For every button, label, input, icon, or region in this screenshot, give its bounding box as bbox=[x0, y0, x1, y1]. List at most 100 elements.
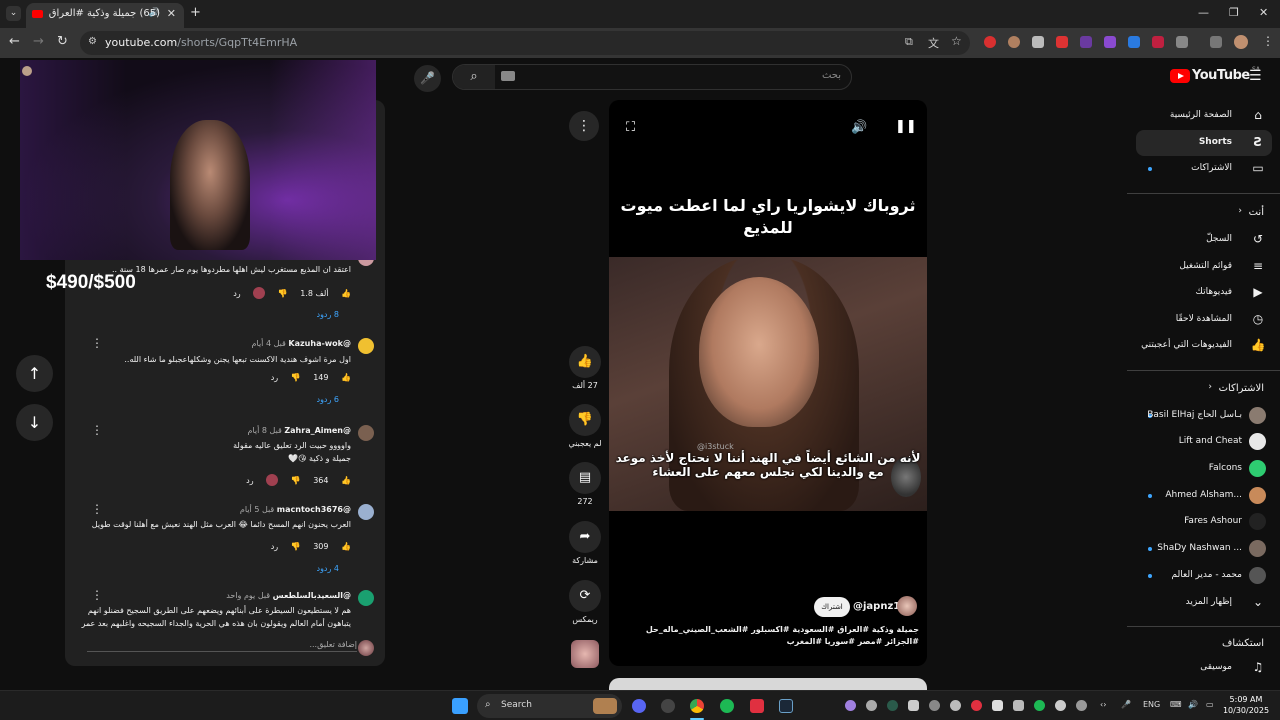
pause-icon[interactable]: ❚❚ bbox=[895, 119, 917, 134]
browser-tab-active[interactable]: 🔊 (65) جميلة وذكية #العراق #ا... ✕ bbox=[26, 3, 184, 28]
remix-icon[interactable]: ⟳ bbox=[569, 580, 601, 612]
obs-icon[interactable] bbox=[661, 699, 675, 713]
search-box[interactable]: ⌕ بحث bbox=[452, 64, 852, 90]
view-replies-button[interactable]: 4 ردود bbox=[317, 564, 340, 573]
keyboard-icon[interactable] bbox=[501, 71, 515, 81]
sidebar-item-home[interactable]: ⌂ الصفحة الرئيسية bbox=[1136, 103, 1272, 129]
address-bar[interactable]: ⚙ youtube.com/shorts/GqpTt4EmrHA ⧉ 文 ☆ bbox=[80, 31, 970, 55]
volume-tray-icon[interactable]: 🔊 bbox=[1188, 700, 1198, 709]
close-tab-icon[interactable]: ✕ bbox=[167, 7, 176, 20]
extension-blocker-icon[interactable] bbox=[1056, 36, 1068, 48]
comment-menu-icon[interactable]: ⋮ bbox=[91, 336, 103, 350]
search-icon[interactable]: ⌕ bbox=[453, 65, 495, 89]
keyboard-tray-icon[interactable]: ⌨ bbox=[1170, 700, 1182, 709]
extension-violet-icon[interactable] bbox=[1104, 36, 1116, 48]
discord-icon[interactable] bbox=[632, 699, 646, 713]
reply-button[interactable]: رد bbox=[271, 373, 278, 382]
tray-overflow-icon[interactable]: ‹› bbox=[1100, 700, 1106, 709]
sidebar-sub-falcons[interactable]: Falcons bbox=[1136, 456, 1272, 482]
tray-app-9-icon[interactable] bbox=[1013, 700, 1024, 711]
sidebar-item-music[interactable]: ♫ موسيقى bbox=[1136, 655, 1272, 681]
like-comment-icon[interactable]: 👍 bbox=[341, 373, 351, 382]
more-options-icon[interactable]: ⋮ bbox=[569, 111, 599, 141]
steam-icon[interactable] bbox=[779, 699, 793, 713]
sidebar-item-liked[interactable]: 👍 الفيديوهات التي أعجبتني bbox=[1136, 333, 1272, 359]
like-comment-icon[interactable]: 👍 bbox=[341, 289, 351, 298]
comment-author[interactable]: @Kazuha-wok قبل 4 أيام bbox=[252, 339, 351, 348]
extension-shield-icon[interactable] bbox=[1032, 36, 1044, 48]
tray-app-8-icon[interactable] bbox=[992, 700, 1003, 711]
extension-cat-icon[interactable] bbox=[1008, 36, 1020, 48]
dislike-action[interactable]: 👎 لم يعجبني bbox=[568, 404, 602, 448]
reading-list-icon[interactable] bbox=[1210, 36, 1222, 48]
search-input[interactable]: بحث bbox=[822, 70, 841, 81]
input-language[interactable]: ENG bbox=[1143, 700, 1160, 709]
window-close-icon[interactable]: ✕ bbox=[1259, 6, 1268, 19]
sidebar-sub-shady[interactable]: ShaDy Nashwan ... bbox=[1136, 536, 1272, 562]
tray-app-6-icon[interactable] bbox=[950, 700, 961, 711]
red-app-icon[interactable] bbox=[750, 699, 764, 713]
reply-button[interactable]: رد bbox=[271, 542, 278, 551]
minimize-icon[interactable]: — bbox=[1198, 6, 1209, 19]
extension-purple-icon[interactable] bbox=[1080, 36, 1092, 48]
comment-author[interactable]: @Zahra_Aimen قبل 8 أيام bbox=[247, 426, 351, 435]
sidebar-show-more[interactable]: ⌄ إظهار المزيد bbox=[1136, 590, 1272, 616]
dislike-icon[interactable]: 👎 bbox=[569, 404, 601, 436]
previous-short-button[interactable]: ↑ bbox=[16, 355, 53, 392]
tray-app-3-icon[interactable] bbox=[887, 700, 898, 711]
sidebar-sub-ahmed[interactable]: Ahmed Alsham... bbox=[1136, 483, 1272, 509]
fullscreen-icon[interactable]: ⛶ bbox=[626, 120, 635, 135]
subscribe-button[interactable]: اشتراك bbox=[814, 597, 850, 617]
share-action[interactable]: ➦ مشاركة bbox=[568, 521, 602, 565]
dislike-comment-icon[interactable]: 👎 bbox=[291, 373, 301, 382]
battery-tray-icon[interactable]: ▭ bbox=[1206, 700, 1214, 709]
video-hashtags[interactable]: جميلة وذكية #العراق #السعودية #اكسبلور #… bbox=[617, 624, 919, 648]
taskbar-search-box[interactable]: ⌕ Search bbox=[477, 694, 622, 718]
sidebar-item-playlists[interactable]: ≡ قوائم التشغيل bbox=[1136, 254, 1272, 280]
sidebar-item-watch-later[interactable]: ◷ المشاهدة لاحقًا bbox=[1136, 307, 1272, 333]
comment-avatar[interactable] bbox=[358, 425, 374, 441]
comment-avatar[interactable] bbox=[358, 590, 374, 606]
sidebar-item-history[interactable]: ↺ السجلّ bbox=[1136, 227, 1272, 253]
sidebar-item-subscriptions[interactable]: ▭ الاشتراكات bbox=[1136, 156, 1272, 182]
windows-start-icon[interactable] bbox=[452, 698, 468, 714]
comment-menu-icon[interactable]: ⋮ bbox=[91, 502, 103, 516]
forward-icon[interactable]: → bbox=[33, 34, 44, 49]
creator-heart-icon[interactable] bbox=[253, 287, 266, 299]
back-icon[interactable]: ← bbox=[9, 34, 20, 49]
bookmark-star-icon[interactable]: ☆ bbox=[951, 34, 962, 48]
tray-app-5-icon[interactable] bbox=[929, 700, 940, 711]
site-info-icon[interactable]: ⚙ bbox=[88, 36, 97, 47]
sidebar-sub-basil[interactable]: Basil ElHaj بـاسل الحاج bbox=[1136, 403, 1272, 429]
view-replies-button[interactable]: 8 ردود bbox=[317, 310, 340, 319]
shorts-player[interactable]: ⛶ 🔊 ❚❚ ثروباك لايشواريا راي لما اعطت ميو… bbox=[609, 100, 927, 666]
like-action[interactable]: 👍 27 ألف bbox=[568, 346, 602, 390]
translate-icon[interactable]: 文 bbox=[928, 35, 939, 51]
sidebar-you-header[interactable]: أنت › bbox=[1136, 200, 1272, 226]
comment-author[interactable]: @السعيدبالسلطعس قبل يوم واحد bbox=[226, 591, 351, 600]
restore-icon[interactable]: ❐ bbox=[1229, 6, 1239, 19]
menu-hamburger-icon[interactable]: ☰ bbox=[1249, 68, 1262, 84]
cast-icon[interactable]: ⧉ bbox=[905, 35, 913, 49]
comment-avatar[interactable] bbox=[358, 504, 374, 520]
channel-avatar[interactable] bbox=[897, 596, 917, 616]
sidebar-sub-lift-and-cheat[interactable]: Lift and Cheat bbox=[1136, 429, 1272, 455]
tray-app-7-icon[interactable] bbox=[971, 700, 982, 711]
like-icon[interactable]: 👍 bbox=[569, 346, 601, 378]
browser-menu-icon[interactable]: ⋮ bbox=[1262, 34, 1274, 48]
extensions-puzzle-icon[interactable] bbox=[1176, 36, 1188, 48]
microphone-tray-icon[interactable]: 🎤 bbox=[1121, 700, 1131, 709]
chrome-icon[interactable] bbox=[690, 699, 704, 713]
like-comment-icon[interactable]: 👍 bbox=[341, 542, 351, 551]
voice-search-icon[interactable]: 🎤 bbox=[414, 65, 441, 92]
creator-heart-icon[interactable] bbox=[266, 474, 279, 486]
extension-red-icon[interactable] bbox=[984, 36, 996, 48]
profile-avatar[interactable] bbox=[1234, 35, 1248, 49]
comment-menu-icon[interactable]: ⋮ bbox=[91, 588, 103, 602]
reply-button[interactable]: رد bbox=[233, 289, 240, 298]
comment-author[interactable]: @macntoch3676 قبل 5 أيام bbox=[240, 505, 351, 514]
sidebar-sub-mohamed[interactable]: محمد - مدير العالم bbox=[1136, 563, 1272, 589]
tray-app-2-icon[interactable] bbox=[866, 700, 877, 711]
new-tab-button[interactable]: + bbox=[190, 5, 201, 20]
tray-app-1-icon[interactable] bbox=[845, 700, 856, 711]
